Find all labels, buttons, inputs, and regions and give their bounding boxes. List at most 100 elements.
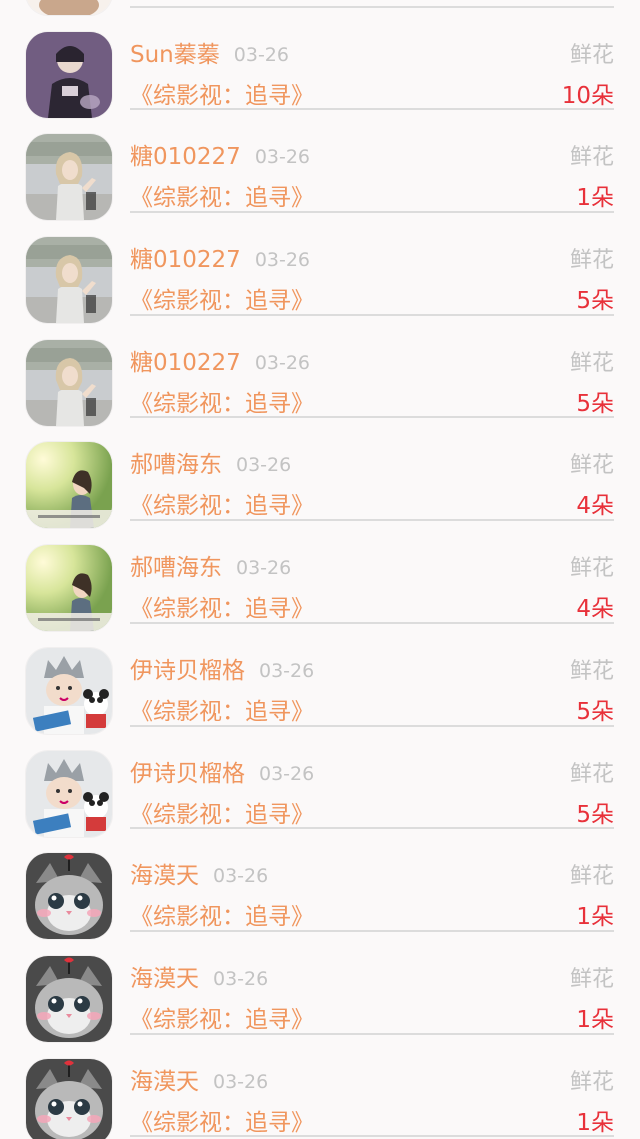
gift-type-label: 鲜花 — [569, 350, 614, 376]
username[interactable]: 糖010227 03-26 — [130, 346, 310, 380]
program-title-link[interactable]: 《综影视：追寻》 — [130, 900, 314, 934]
gift-record-content: 糖010227 03-26 鲜花《综影视：追寻》 5朵 — [130, 213, 614, 316]
gift-type-label: 鲜花 — [569, 145, 614, 171]
username[interactable]: 伊诗贝榴格 03-26 — [130, 757, 314, 791]
gift-record-content: 伊诗贝榴格 03-26 鲜花《综影视：追寻》 5朵 — [130, 727, 614, 830]
username-text[interactable]: 郝嘈海东 — [130, 452, 222, 478]
gift-record-row[interactable]: 郝嘈海东 03-26 鲜花 《综影视：追寻》 4朵 — [0, 418, 640, 529]
gift-count: 10朵 — [561, 82, 614, 109]
username[interactable]: 郝嘈海东 03-26 — [130, 551, 291, 585]
gift-count: 1朵 — [576, 1006, 614, 1033]
username-text[interactable]: 郝嘈海东 — [130, 555, 222, 581]
gift-count: 1朵 — [576, 1109, 614, 1136]
gift-count: 4朵 — [576, 596, 614, 623]
gift-type-label: 鲜花 — [569, 658, 614, 684]
username-text[interactable]: 伊诗贝榴格 — [130, 761, 245, 787]
user-avatar[interactable] — [26, 545, 112, 632]
program-title-link[interactable]: 《综影视：追寻》 — [130, 1106, 314, 1139]
program-title-link[interactable]: 《综影视：追寻》 — [130, 695, 314, 729]
username-text[interactable]: 糖010227 — [130, 144, 241, 170]
gift-record-content: 海漠天 03-26 鲜花《综影视：追寻》 1朵 — [130, 1035, 614, 1138]
gift-type-label: 鲜花 — [569, 1069, 614, 1095]
gift-count: 1朵 — [576, 904, 614, 931]
username-text[interactable]: 海漠天 — [130, 966, 199, 992]
user-avatar[interactable] — [26, 442, 112, 529]
username[interactable]: 糖010227 03-26 — [130, 140, 310, 174]
gift-date: 03-26 — [213, 1070, 269, 1093]
username[interactable]: 伊诗贝榴格 03-26 — [130, 654, 314, 688]
gift-record-screen: Sun蓁蓁 03-26 鲜花 《综影视：追寻》 10朵 糖010227 03-26 鲜花 《综… — [0, 0, 640, 1139]
gift-count: 5朵 — [576, 288, 614, 315]
gift-date: 03-26 — [259, 762, 315, 785]
gift-record-content: 郝嘈海东 03-26 鲜花 《综影视：追寻》 4朵 — [130, 418, 614, 523]
gift-count: 1朵 — [576, 185, 614, 212]
user-avatar[interactable] — [26, 750, 112, 837]
gift-record-content: Sun蓁蓁 03-26 鲜花《综影视：追寻》 10朵 — [130, 8, 614, 111]
username-text[interactable]: 海漠天 — [130, 1069, 199, 1095]
gift-record-row[interactable]: 海漠天 03-26 鲜花《综影视：追寻》 1朵 — [0, 932, 640, 1042]
user-avatar[interactable] — [26, 237, 112, 324]
gift-count: 5朵 — [576, 698, 614, 725]
gift-type-label: 鲜花 — [569, 42, 614, 68]
gift-record-content: 糖010227 03-26 鲜花《综影视：追寻》 5朵 — [130, 316, 614, 419]
gift-date: 03-26 — [236, 454, 292, 477]
program-title-link[interactable]: 《综影视：追寻》 — [130, 489, 314, 523]
gift-record-content — [130, 0, 614, 8]
gift-record-row[interactable] — [0, 0, 640, 15]
gift-date: 03-26 — [233, 43, 289, 66]
username[interactable]: 海漠天 03-26 — [130, 962, 268, 996]
username[interactable]: 郝嘈海东 03-26 — [130, 448, 291, 482]
gift-date: 03-26 — [213, 967, 269, 990]
gift-record-content: 海漠天 03-26 鲜花《综影视：追寻》 1朵 — [130, 829, 614, 932]
gift-record-content: 伊诗贝榴格 03-26 鲜花《综影视：追寻》 5朵 — [130, 624, 614, 727]
user-avatar[interactable] — [26, 955, 112, 1042]
gift-type-label: 鲜花 — [569, 248, 614, 274]
gift-record-row[interactable]: 糖010227 03-26 鲜花《综影视：追寻》 1朵 — [0, 110, 640, 221]
user-avatar[interactable] — [26, 134, 112, 221]
user-avatar[interactable] — [26, 1058, 112, 1139]
gift-type-label: 鲜花 — [569, 453, 614, 479]
user-avatar[interactable] — [26, 31, 112, 118]
user-avatar[interactable] — [26, 339, 112, 426]
username[interactable]: 糖010227 03-26 — [130, 243, 310, 277]
gift-record-row[interactable]: 伊诗贝榴格 03-26 鲜花《综影视：追寻》 5朵 — [0, 727, 640, 837]
program-title-link[interactable]: 《综影视：追寻》 — [130, 387, 314, 421]
gift-date: 03-26 — [254, 351, 311, 374]
program-title-link[interactable]: 《综影视：追寻》 — [130, 798, 314, 832]
gift-list: Sun蓁蓁 03-26 鲜花 《综影视：追寻》 10朵 糖010227 03-26 鲜花 《综… — [0, 0, 640, 1139]
program-title-link[interactable]: 《综影视：追寻》 — [130, 284, 314, 318]
gift-record-row[interactable]: 伊诗贝榴格 03-26 鲜花《综影视：追寻》 5朵 — [0, 624, 640, 734]
gift-record-row[interactable]: 郝嘈海东 03-26 鲜花《综影视：追寻》 4朵 — [0, 521, 640, 632]
gift-date: 03-26 — [236, 557, 292, 580]
username-text[interactable]: 糖010227 — [130, 247, 241, 273]
username-text[interactable]: 海漠天 — [130, 863, 199, 889]
gift-date: 03-26 — [213, 865, 269, 888]
gift-record-row[interactable]: 海漠天 03-26 鲜花《综影视：追寻》 1朵 — [0, 1035, 640, 1139]
gift-date: 03-26 — [259, 659, 315, 682]
username-text[interactable]: Sun蓁蓁 — [130, 42, 220, 68]
gift-date: 03-26 — [254, 249, 311, 272]
username[interactable]: Sun蓁蓁 03-26 — [130, 38, 289, 72]
program-title-link[interactable]: 《综影视：追寻》 — [130, 592, 314, 626]
program-title-link[interactable]: 《综影视：追寻》 — [130, 1003, 314, 1037]
gift-type-label: 鲜花 — [569, 966, 614, 992]
username[interactable]: 海漠天 03-26 — [130, 1065, 268, 1099]
user-avatar[interactable] — [26, 853, 112, 940]
gift-record-row[interactable]: 糖010227 03-26 鲜花《综影视：追寻》 5朵 — [0, 213, 640, 324]
gift-type-label: 鲜花 — [569, 761, 614, 787]
gift-count: 5朵 — [576, 801, 614, 828]
gift-record-row[interactable]: Sun蓁蓁 03-26 鲜花《综影视：追寻》 10朵 — [0, 8, 640, 118]
gift-type-label: 鲜花 — [569, 556, 614, 582]
user-avatar[interactable] — [26, 647, 112, 734]
username-text[interactable]: 糖010227 — [130, 350, 241, 376]
username-text[interactable]: 伊诗贝榴格 — [130, 658, 245, 684]
gift-type-label: 鲜花 — [569, 864, 614, 890]
gift-record-row[interactable]: 海漠天 03-26 鲜花《综影视：追寻》 1朵 — [0, 829, 640, 940]
gift-count: 5朵 — [576, 390, 614, 417]
program-title-link[interactable]: 《综影视：追寻》 — [130, 181, 314, 215]
gift-record-content: 糖010227 03-26 鲜花《综影视：追寻》 1朵 — [130, 110, 614, 215]
gift-record-row[interactable]: 糖010227 03-26 鲜花《综影视：追寻》 5朵 — [0, 316, 640, 426]
gift-date: 03-26 — [254, 146, 311, 169]
program-title-link[interactable]: 《综影视：追寻》 — [130, 79, 314, 113]
username[interactable]: 海漠天 03-26 — [130, 859, 268, 893]
